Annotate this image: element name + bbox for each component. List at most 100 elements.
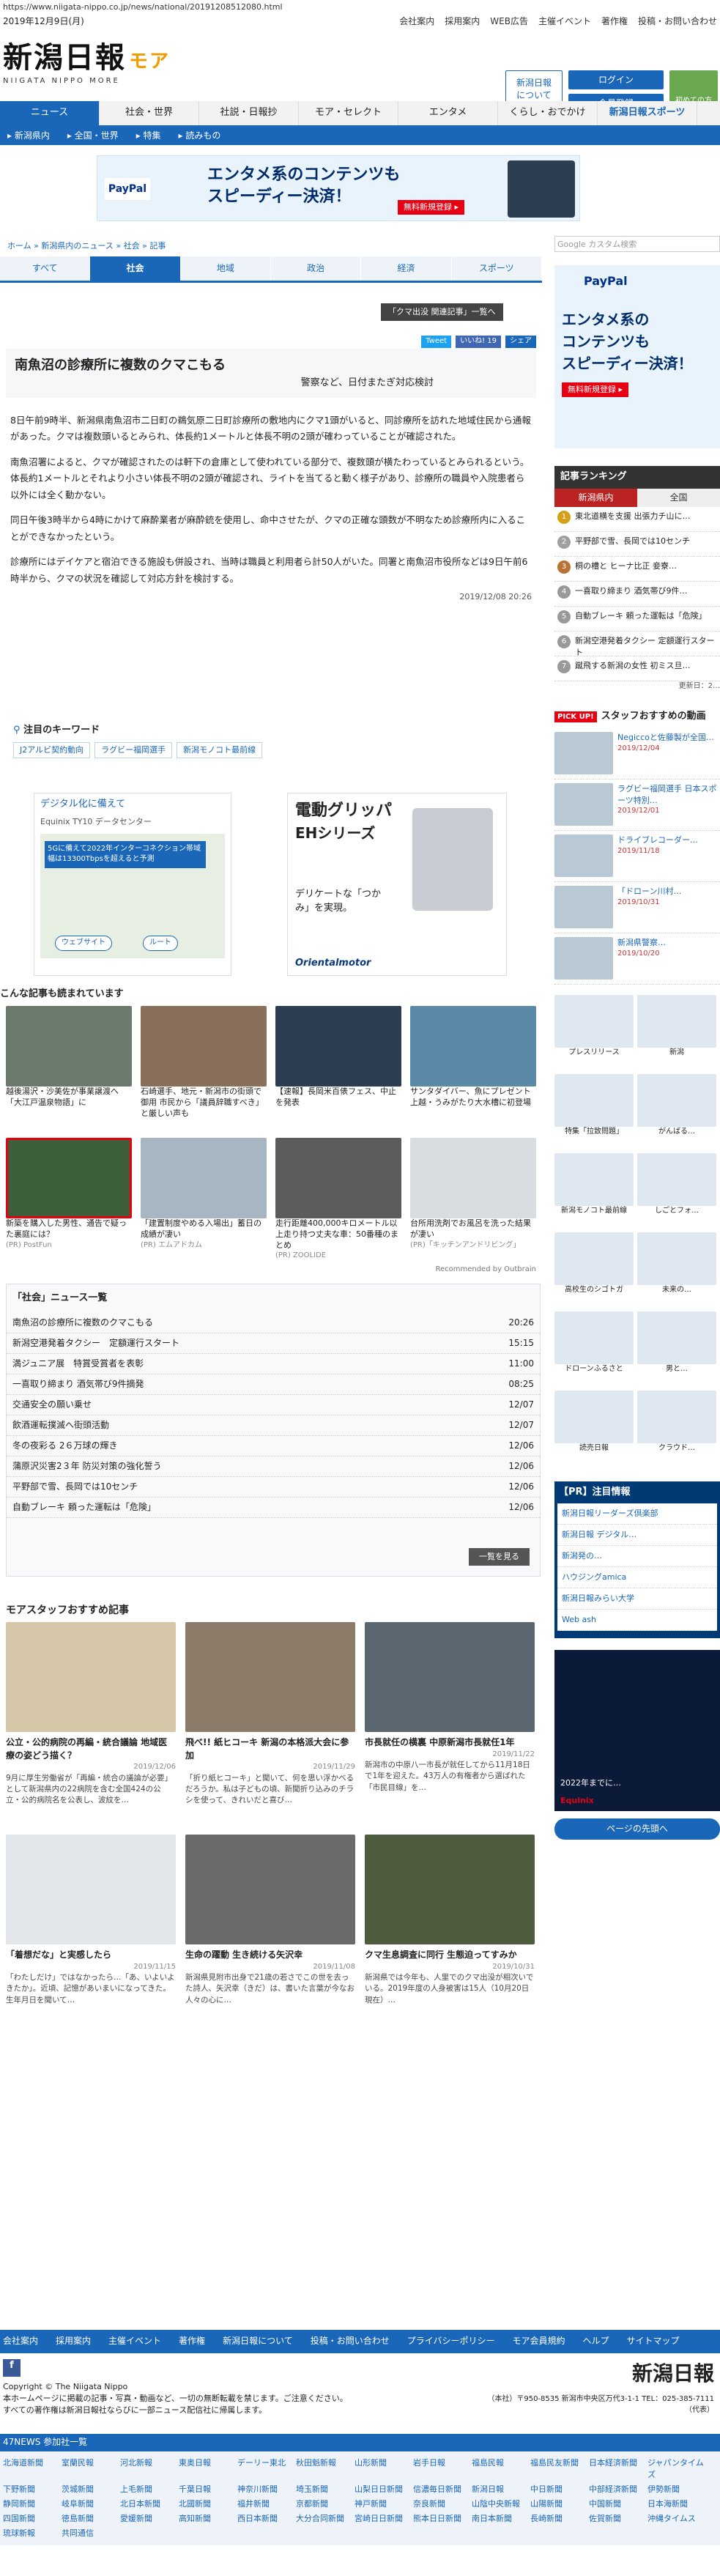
news-more-button[interactable]: 一覧を見る bbox=[469, 1548, 530, 1566]
site-logo[interactable]: 新潟日報 モア bbox=[3, 37, 170, 79]
news-row-title[interactable]: 自動ブレーキ 頼った運転は「危険」 bbox=[12, 1501, 156, 1514]
paper-link[interactable]: 岩手日報 bbox=[413, 2456, 472, 2482]
breadcrumb-item[interactable]: ホーム bbox=[7, 241, 31, 251]
paper-link[interactable]: 静岡新聞 bbox=[3, 2497, 62, 2512]
category-tab[interactable]: 政治 bbox=[271, 256, 362, 281]
page-top-button[interactable]: ページの先頭へ bbox=[554, 1818, 720, 1840]
service-tile[interactable]: 特集「拉致問題」 bbox=[554, 1073, 634, 1147]
category-tab[interactable]: 経済 bbox=[361, 256, 452, 281]
paper-link[interactable]: 西日本新聞 bbox=[237, 2512, 296, 2526]
service-tile[interactable]: しごとフォ… bbox=[637, 1152, 716, 1226]
paper-link[interactable]: 千葉日報 bbox=[179, 2482, 237, 2497]
ranking-headline[interactable]: 平野部で雪、長岡では10センチ bbox=[575, 536, 690, 547]
news-row[interactable]: 蒲原沢災害2３年 防災対策の強化誓う 12/06 bbox=[7, 1457, 540, 1477]
category-tab[interactable]: すべて bbox=[0, 256, 91, 281]
news-row[interactable]: 満ジュニア展 特賞受賞者を表彰 11:00 bbox=[7, 1354, 540, 1374]
gnav-item[interactable]: くらし・おでかけ bbox=[498, 101, 598, 125]
recommend-headline[interactable]: 台所用洗剤でお風呂を洗った結果が凄い bbox=[410, 1218, 536, 1240]
paper-link[interactable]: 熊本日日新聞 bbox=[413, 2512, 472, 2526]
tweet-button[interactable]: Tweet bbox=[421, 336, 452, 348]
news-row[interactable]: 飲酒運転撲滅へ街頭活動 12/07 bbox=[7, 1415, 540, 1436]
paper-link[interactable]: 新潟日報 bbox=[472, 2482, 530, 2497]
paper-link[interactable]: 奈良新聞 bbox=[413, 2497, 472, 2512]
ranking-headline[interactable]: 桐の槽と ヒーナ比正 妾寮… bbox=[575, 560, 677, 572]
ranking-tab[interactable]: 新潟県内 bbox=[554, 488, 637, 508]
top-link[interactable]: 会社案内 bbox=[399, 16, 434, 26]
recommend-headline[interactable]: 【速報】長岡米百俵フェス、中止を発表 bbox=[275, 1087, 401, 1109]
recommend-card[interactable]: 走行距離400,000キロメートル以上走り持つ丈夫な車：50番種のまとめ (PR)… bbox=[275, 1137, 401, 1262]
paper-link[interactable]: 愛媛新聞 bbox=[120, 2512, 179, 2526]
gnav-item[interactable]: 社説・日報抄 bbox=[199, 101, 299, 125]
recommend-headline[interactable]: 新築を購入した男性、通告で疑った裏庭には？ bbox=[6, 1218, 132, 1240]
pr-item[interactable]: 新潟日報リーダーズ倶楽部 bbox=[557, 1503, 717, 1525]
service-tile[interactable]: 未来の… bbox=[637, 1232, 716, 1306]
news-row[interactable]: 交通安全の願い乗せ 12/07 bbox=[7, 1395, 540, 1415]
recommend-headline[interactable]: 越後湯沢・沙美佐が事業譲渡へ「大江戸温泉物語」に bbox=[6, 1087, 132, 1109]
equinix-ad[interactable]: デジタル化に備えて Equinix TY10 データセンター 5Gに備えて202… bbox=[34, 793, 231, 976]
footer-link[interactable]: 会社案内 bbox=[3, 2335, 38, 2347]
paper-link[interactable]: 神戸新聞 bbox=[355, 2497, 413, 2512]
gnav-item[interactable]: エンタメ bbox=[398, 101, 498, 125]
pickup-row[interactable]: 「ドローン川村… 2019/10/31 bbox=[554, 882, 720, 933]
staff-card[interactable]: 飛べ!! 紙ヒコーキ 新潟の本格派大会に参加 2019/11/29 「折り紙ヒコーキ… bbox=[185, 1622, 355, 1806]
keyword-tag[interactable]: ラグビー福岡選手 bbox=[94, 741, 173, 758]
service-tile[interactable]: 新潟モノコト最前線 bbox=[554, 1152, 634, 1226]
subnav-item[interactable]: ▸ 読みもの bbox=[179, 130, 221, 142]
paper-link[interactable]: 琉球新報 bbox=[3, 2526, 62, 2541]
paper-link[interactable]: 高知新聞 bbox=[179, 2512, 237, 2526]
share-button[interactable]: シェア bbox=[505, 336, 536, 348]
news-row-title[interactable]: 一喜取り締まり 酒気帯び9件摘発 bbox=[12, 1378, 144, 1391]
gnav-item[interactable]: 社会・世界 bbox=[100, 101, 199, 125]
pr-item[interactable]: 新潟発の… bbox=[557, 1546, 717, 1568]
paper-link[interactable]: 福島民報 bbox=[472, 2456, 530, 2482]
facebook-icon[interactable]: f bbox=[3, 2359, 21, 2377]
paper-link[interactable]: 神奈川新聞 bbox=[237, 2482, 296, 2497]
paper-link[interactable]: 四国新聞 bbox=[3, 2512, 62, 2526]
keyword-tag[interactable]: 新潟モノコト最前線 bbox=[177, 741, 263, 758]
service-tile[interactable]: ドローンふるさと bbox=[554, 1311, 634, 1385]
paper-link[interactable]: 北日本新聞 bbox=[120, 2497, 179, 2512]
paper-link[interactable]: 宮崎日日新聞 bbox=[355, 2512, 413, 2526]
subnav-item[interactable]: ▸ 特集 bbox=[136, 130, 161, 142]
paper-link[interactable]: 福島民友新聞 bbox=[530, 2456, 589, 2482]
paper-link[interactable]: デーリー東北 bbox=[237, 2456, 296, 2482]
footer-link[interactable]: 著作権 bbox=[179, 2335, 205, 2347]
recommend-card[interactable]: 【速報】長岡米百俵フェス、中止を発表 bbox=[275, 1005, 401, 1109]
news-row[interactable]: 一喜取り締まり 酒気帯び9件摘発 08:25 bbox=[7, 1374, 540, 1395]
staff-card[interactable]: 公立・公的病院の再編・統合議論 地域医療の姿どう描く？ 2019/12/06 9月に… bbox=[6, 1622, 176, 1806]
paper-link[interactable]: 大分合同新聞 bbox=[296, 2512, 355, 2526]
pickup-row[interactable]: ドライブレコーダー… 2019/11/18 bbox=[554, 831, 720, 882]
orientalmotor-ad[interactable]: 電動グリッパ EHシリーズ デリケートな「つかみ」を実現。 Orientalmo… bbox=[287, 793, 507, 976]
top-link[interactable]: WEB広告 bbox=[490, 16, 528, 26]
footer-link[interactable]: ヘルプ bbox=[583, 2335, 609, 2347]
footer-link[interactable]: モア会員規約 bbox=[513, 2335, 565, 2347]
paper-link[interactable]: 日本海新聞 bbox=[647, 2497, 706, 2512]
ranking-tab[interactable]: 全国 bbox=[637, 488, 720, 508]
recommend-headline[interactable]: 「建置制度やめる入場出」蓄日の成績が凄い bbox=[141, 1218, 267, 1240]
footer-link[interactable]: 新潟日報について bbox=[223, 2335, 293, 2347]
side-bottom-ad[interactable]: 2022年までに… Equinix bbox=[554, 1650, 720, 1812]
pickup-row[interactable]: 新潟県警察… 2019/10/20 bbox=[554, 933, 720, 985]
paper-link[interactable]: 京都新聞 bbox=[296, 2497, 355, 2512]
footer-link[interactable]: 主催イベント bbox=[108, 2335, 161, 2347]
gnav-item[interactable]: ニュース bbox=[0, 101, 100, 125]
service-tile[interactable]: がんばる… bbox=[637, 1073, 716, 1147]
pr-item[interactable]: Web ash bbox=[557, 1610, 717, 1632]
subnav-item[interactable]: ▸ 新潟県内 bbox=[7, 130, 50, 142]
paper-link[interactable]: 中国新聞 bbox=[589, 2497, 647, 2512]
subnav-item[interactable]: ▸ 全国・世界 bbox=[67, 130, 119, 142]
pr-item[interactable]: 新潟日報 デジタル… bbox=[557, 1525, 717, 1547]
top-link[interactable]: 著作権 bbox=[601, 16, 628, 26]
paper-link[interactable]: 河北新報 bbox=[120, 2456, 179, 2482]
top-link[interactable]: 投稿・お問い合わせ bbox=[638, 16, 717, 26]
service-tile[interactable]: クラウド… bbox=[637, 1390, 716, 1464]
ranking-row[interactable]: 3 桐の槽と ヒーナ比正 妾寮… bbox=[554, 557, 720, 582]
paper-link[interactable]: 日本経済新聞 bbox=[589, 2456, 647, 2482]
footer-link[interactable]: 投稿・お問い合わせ bbox=[311, 2335, 390, 2347]
custom-search-input[interactable]: Google カスタム検索 bbox=[554, 236, 720, 252]
related-articles-button[interactable]: 「クマ出没 関連記事」一覧へ bbox=[381, 303, 503, 321]
paper-link[interactable]: 山梨日日新聞 bbox=[355, 2482, 413, 2497]
recommend-headline[interactable]: 石崎選手、地元・新潟市の街頭で御用 市民から「議員辞職すべき」と厳しい声も bbox=[141, 1087, 267, 1119]
staff-headline[interactable]: 市長就任の横裏 中原新潟市長就任1年 bbox=[365, 1736, 535, 1749]
news-row-title[interactable]: 冬の夜彩る 2６万球の輝き bbox=[12, 1440, 117, 1452]
